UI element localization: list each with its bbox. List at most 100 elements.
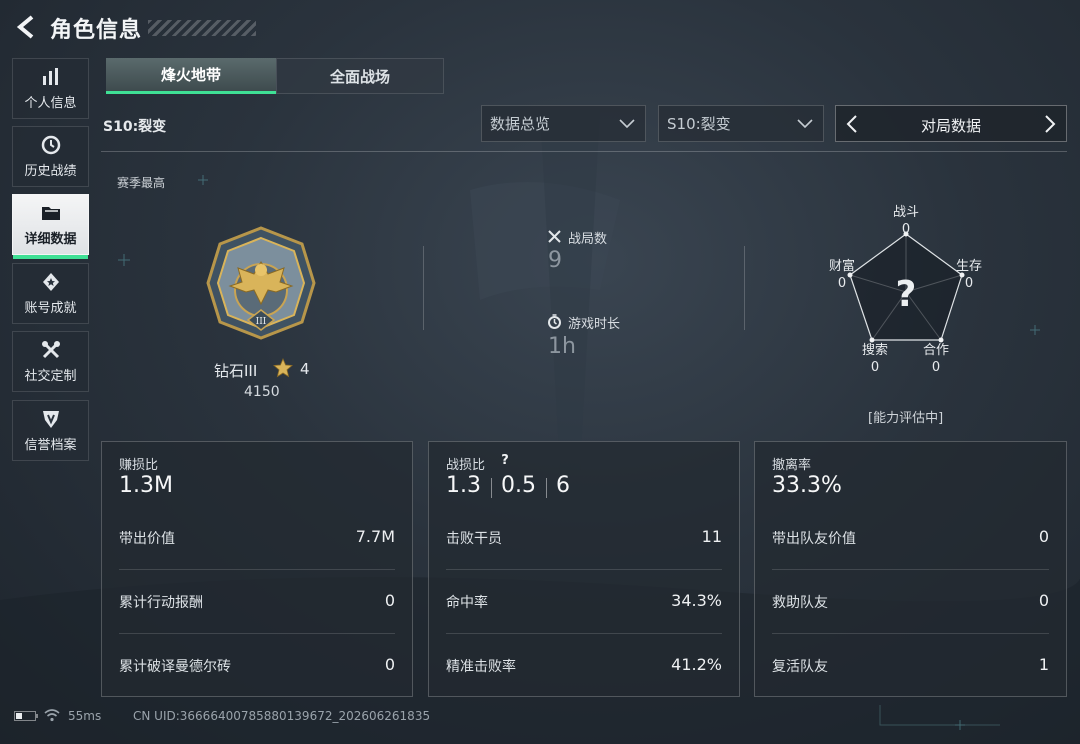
stopwatch-icon	[548, 314, 561, 329]
row-value: 0	[1038, 591, 1049, 610]
sidebar-item-label: 个人信息	[24, 96, 77, 111]
help-icon[interactable]: ?	[497, 453, 513, 469]
folder-icon	[41, 207, 60, 220]
rank-name: 钻石III	[214, 362, 258, 380]
svg-text:?: ?	[896, 274, 917, 315]
kd-kills-value: 6	[556, 473, 570, 498]
sidebar-item-label: 社交定制	[24, 369, 77, 384]
kd-separator	[491, 478, 492, 498]
sidebar-item-label: 信誉档案	[24, 438, 77, 453]
wifi-icon	[44, 709, 60, 722]
tools-icon	[41, 341, 60, 359]
season-label: S10:裂变	[103, 119, 167, 135]
radar-value-wealth: 0	[837, 276, 847, 291]
panel-main-value: 33.3%	[772, 473, 842, 498]
sidebar-item-detailed-data[interactable]: 详细数据	[12, 194, 89, 259]
row-value: 0	[384, 591, 395, 610]
playtime-value: 1h	[548, 334, 576, 359]
match-data-selector: 对局数据	[835, 105, 1067, 142]
row-value: 7.7M	[355, 527, 395, 546]
row-label: 带出价值	[119, 531, 175, 547]
row-divider	[119, 569, 395, 570]
ping-value: 55ms	[68, 709, 102, 723]
row-value: 0	[1038, 527, 1049, 546]
battery-tip	[36, 714, 38, 718]
uid-text: CN UID:3666640078588013967​2_20260626183…	[133, 709, 431, 723]
row-divider	[119, 633, 395, 634]
help-symbol: ?	[501, 453, 509, 468]
panel-title: 战损比	[446, 458, 486, 473]
matches-value: 9	[548, 248, 562, 273]
row-value: 0	[384, 655, 395, 674]
sidebar-item-history[interactable]: 历史战绩	[12, 126, 89, 187]
sidebar-item-label: 详细数据	[24, 232, 77, 247]
tab-hazard-zone[interactable]: 烽火地带	[106, 58, 276, 94]
crossed-swords-icon	[548, 230, 561, 243]
row-divider	[772, 633, 1049, 634]
clock-icon	[41, 135, 60, 155]
profit-panel: 赚损比 1.3M 带出价值 7.7M 累计行动报酬 0 累计破译曼德尔砖 0	[101, 441, 413, 697]
row-divider	[446, 569, 722, 570]
radar-value-survival: 0	[964, 276, 974, 291]
radar-label-combat: 战斗	[892, 205, 919, 220]
vertical-divider	[423, 246, 424, 330]
sidebar-item-achievements[interactable]: 账号成就	[12, 263, 89, 324]
page-title: 角色信息	[50, 18, 143, 43]
season-dropdown[interactable]: S10:裂变	[658, 105, 824, 142]
sidebar-item-label: 账号成就	[24, 301, 77, 316]
chevron-left-icon[interactable]	[843, 114, 861, 134]
sidebar-item-social[interactable]: 社交定制	[12, 331, 89, 392]
back-arrow-icon[interactable]	[12, 12, 42, 42]
rank-points: 4150	[244, 384, 280, 400]
kd-separator	[546, 478, 547, 498]
season-best-title: 赛季最高	[117, 176, 166, 190]
row-value: 41.2%	[671, 655, 722, 674]
matches-label: 战局数	[568, 232, 608, 247]
kd-value: 1.3	[446, 473, 481, 498]
row-value: 11	[701, 527, 722, 546]
bar-chart-icon	[42, 68, 58, 85]
radar-value-combat: 0	[901, 222, 911, 237]
radar-label-teamwork: 合作	[922, 343, 949, 358]
row-label: 命中率	[446, 595, 488, 611]
radar-label-search: 搜索	[861, 343, 888, 358]
row-label: 击败干员	[446, 531, 502, 547]
vertical-divider	[744, 246, 745, 330]
rank-emblem-icon: III	[206, 226, 316, 340]
row-value: 34.3%	[671, 591, 722, 610]
sidebar-item-label: 历史战绩	[24, 164, 77, 179]
radar-value-teamwork: 0	[931, 360, 941, 375]
data-type-dropdown[interactable]: 数据总览	[481, 105, 646, 142]
panel-title: 撤离率	[772, 458, 812, 473]
sidebar-item-personal-info[interactable]: 个人信息	[12, 58, 89, 119]
row-divider	[772, 569, 1049, 570]
section-divider	[101, 151, 1067, 152]
sidebar-item-reputation[interactable]: 信誉档案	[12, 400, 89, 461]
ability-status: [能力评估中]	[868, 411, 944, 426]
chevron-down-icon	[797, 119, 813, 129]
radar-value-search: 0	[870, 360, 880, 375]
tab-full-battlefield[interactable]: 全面战场	[276, 58, 444, 94]
extract-panel: 撤离率 33.3% 带出队友价值 0 救助队友 0 复活队友 1	[754, 441, 1067, 697]
panel-main-value: 1.3M	[119, 473, 173, 498]
row-value: 1	[1038, 655, 1049, 674]
battery-icon	[14, 711, 36, 721]
radar-label-wealth: 财富	[828, 259, 855, 274]
row-label: 救助队友	[772, 595, 828, 611]
medal-icon	[42, 273, 59, 291]
kd-deaths-value: 0.5	[501, 473, 536, 498]
dropdown-value: S10:裂变	[667, 115, 731, 133]
chevron-down-icon	[619, 119, 635, 129]
row-label: 累计行动报酬	[119, 595, 203, 611]
row-label: 复活队友	[772, 659, 828, 675]
row-label: 带出队友价值	[772, 531, 856, 547]
title-decoration	[148, 20, 256, 36]
radar-label-survival: 生存	[955, 259, 982, 274]
star-icon	[273, 358, 293, 378]
dropdown-value: 数据总览	[490, 115, 551, 133]
panel-title: 赚损比	[119, 458, 159, 473]
kd-panel: 战损比 ? 1.3 0.5 6 击败干员 11 命中率 34.3% 精准击败率 …	[428, 441, 740, 697]
playtime-label: 游戏时长	[568, 317, 621, 332]
row-label: 累计破译曼德尔砖	[119, 659, 231, 675]
chevron-right-icon[interactable]	[1041, 114, 1059, 134]
